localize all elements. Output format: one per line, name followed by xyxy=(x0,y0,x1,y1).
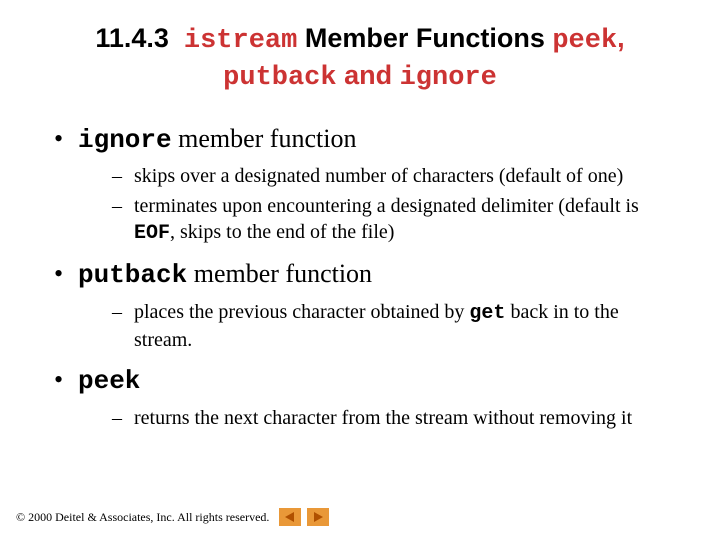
bullet-list: ignore member function skips over a desi… xyxy=(40,122,680,433)
title-code-peek: peek xyxy=(552,26,617,56)
bullet-head-rest: member function xyxy=(187,259,372,288)
bullet-item-putback: putback member function places the previ… xyxy=(50,257,680,353)
bullet-head-rest: member function xyxy=(172,124,357,153)
sub-text-mono: EOF xyxy=(134,222,170,245)
sub-item: places the previous character obtained b… xyxy=(112,299,680,353)
sub-text-pre: returns the next character from the stre… xyxy=(134,407,632,429)
sub-list: places the previous character obtained b… xyxy=(78,299,680,353)
sub-item: skips over a designated number of charac… xyxy=(112,163,680,191)
next-arrow-icon xyxy=(312,511,324,523)
slide-container: 11.4.3 istream Member Functions peek, pu… xyxy=(0,0,720,540)
sub-text-pre: terminates upon encountering a designate… xyxy=(134,195,639,217)
title-code-istream: istream xyxy=(184,26,297,56)
sub-list: skips over a designated number of charac… xyxy=(78,163,680,247)
title-text-comma: , xyxy=(617,23,625,53)
title-text-1: Member Functions xyxy=(297,23,552,53)
bullet-head-mono: putback xyxy=(78,260,187,290)
bullet-head-mono: ignore xyxy=(78,125,172,155)
slide-footer: © 2000 Deitel & Associates, Inc. All rig… xyxy=(16,508,329,526)
sub-text-mono: get xyxy=(469,302,505,325)
sub-text-pre: places the previous character obtained b… xyxy=(134,301,469,323)
bullet-head-mono: peek xyxy=(78,366,140,396)
sub-text-pre: skips over a designated number of charac… xyxy=(134,165,623,187)
bullet-item-ignore: ignore member function skips over a desi… xyxy=(50,122,680,248)
sub-item: returns the next character from the stre… xyxy=(112,405,680,433)
title-text-and: and xyxy=(337,60,400,90)
sub-text-post: , skips to the end of the file) xyxy=(170,221,394,243)
prev-arrow-icon xyxy=(284,511,296,523)
title-section-number: 11.4.3 xyxy=(95,23,169,53)
next-button[interactable] xyxy=(307,508,329,526)
slide-title: 11.4.3 istream Member Functions peek, pu… xyxy=(40,22,680,96)
copyright-text: © 2000 Deitel & Associates, Inc. All rig… xyxy=(16,510,269,525)
prev-button[interactable] xyxy=(279,508,301,526)
bullet-item-peek: peek returns the next character from the… xyxy=(50,363,680,433)
sub-item: terminates upon encountering a designate… xyxy=(112,193,680,247)
title-code-putback: putback xyxy=(223,63,336,93)
title-code-ignore: ignore xyxy=(400,63,497,93)
sub-list: returns the next character from the stre… xyxy=(78,405,680,433)
nav-arrows xyxy=(279,508,329,526)
